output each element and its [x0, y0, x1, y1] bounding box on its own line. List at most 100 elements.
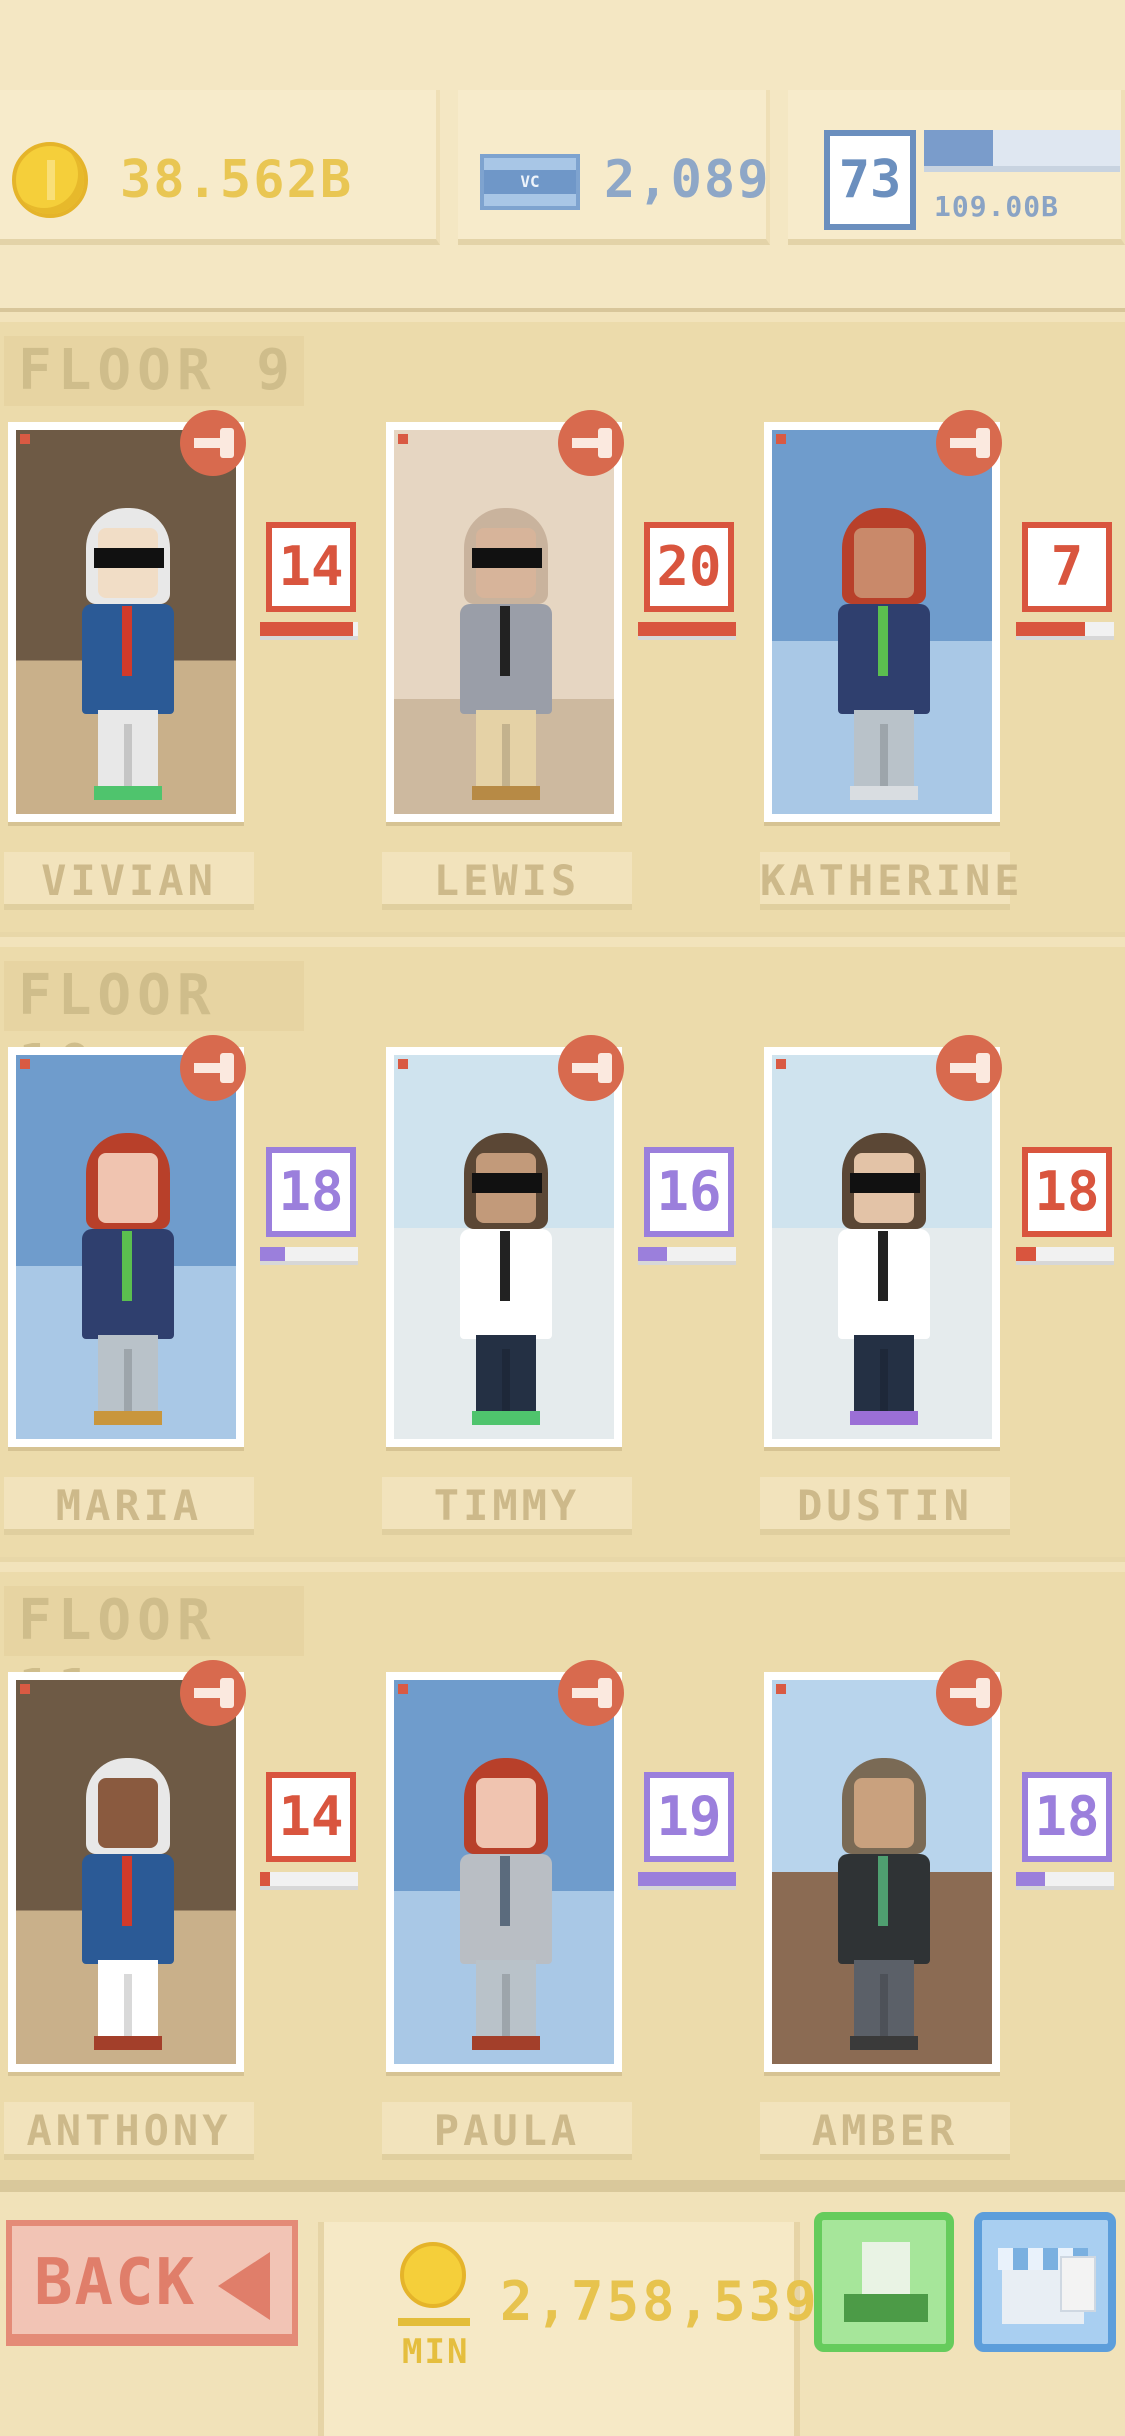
- tenant-portrait[interactable]: [764, 422, 1000, 822]
- vc-card-icon: VC: [480, 154, 580, 210]
- back-button-label: BACK: [34, 2246, 197, 2320]
- bottom-bar: BACK MIN 2,758,539: [0, 2180, 1125, 2436]
- tenant-avatar: [16, 430, 236, 814]
- wrench-icon[interactable]: [558, 1035, 624, 1101]
- tenant-level-badge: 19: [644, 1772, 734, 1862]
- tenant-portrait[interactable]: [386, 422, 622, 822]
- top-hud: 38.562B VC 2,089 73 109.00B: [0, 0, 1125, 320]
- tenant-level-badge: 20: [644, 522, 734, 612]
- tenant-portrait[interactable]: [8, 1672, 244, 2072]
- tenant-card[interactable]: 16 TIMMY: [382, 1035, 762, 1567]
- coin-icon: [12, 142, 88, 218]
- pin-marker: [776, 1684, 786, 1694]
- wrench-icon[interactable]: [180, 1660, 246, 1726]
- vc-balance-panel[interactable]: VC 2,089: [458, 90, 770, 245]
- tenant-portrait[interactable]: [8, 422, 244, 822]
- document-icon: [1060, 2256, 1096, 2312]
- tenant-name: ANTHONY: [4, 2102, 254, 2160]
- tenant-level-progress: [260, 1247, 358, 1265]
- portrait-background: [394, 1680, 614, 2064]
- tenant-card[interactable]: 18 AMBER: [760, 1660, 1125, 2192]
- income-panel: MIN 2,758,539: [318, 2222, 817, 2436]
- floor-label: FLOOR 10: [4, 961, 304, 1098]
- pin-marker: [776, 1059, 786, 1069]
- tenant-card[interactable]: 19 PAULA: [382, 1660, 762, 2192]
- pin-marker: [398, 1059, 408, 1069]
- wrench-icon[interactable]: [936, 1660, 1002, 1726]
- tenant-level-progress: [260, 622, 358, 640]
- wrench-icon[interactable]: [180, 410, 246, 476]
- tenant-avatar: [16, 1680, 236, 2064]
- tenant-level-progress: [260, 1872, 358, 1890]
- tenant-avatar: [772, 1055, 992, 1439]
- tenant-level-progress: [638, 622, 736, 640]
- tenant-card[interactable]: 7 KATHERINE: [760, 410, 1125, 942]
- tenant-card[interactable]: 18 DUSTIN: [760, 1035, 1125, 1567]
- tenant-level-badge: 7: [1022, 522, 1112, 612]
- tenant-name: MARIA: [4, 1477, 254, 1535]
- tenant-level-progress: [638, 1247, 736, 1265]
- tenant-level-badge: 14: [266, 1772, 356, 1862]
- cash-icon: [844, 2294, 928, 2322]
- tenant-portrait[interactable]: [764, 1672, 1000, 2072]
- player-xp-value: 109.00B: [934, 190, 1060, 223]
- portrait-background: [16, 430, 236, 814]
- pin-marker: [20, 1684, 30, 1694]
- tenant-avatar: [394, 1680, 614, 2064]
- tenant-name: AMBER: [760, 2102, 1010, 2160]
- tenant-level-progress: [1016, 1872, 1114, 1890]
- sunglasses: [850, 1173, 920, 1193]
- portrait-background: [772, 1680, 992, 2064]
- tenant-card[interactable]: 14 VIVIAN: [4, 410, 384, 942]
- wrench-icon[interactable]: [180, 1035, 246, 1101]
- pin-marker: [398, 434, 408, 444]
- tenant-name: LEWIS: [382, 852, 632, 910]
- tenant-level-badge: 16: [644, 1147, 734, 1237]
- player-xp-bar: [924, 130, 1120, 172]
- portrait-background: [394, 430, 614, 814]
- portrait-background: [394, 1055, 614, 1439]
- player-level-badge: 73: [824, 130, 916, 230]
- tenant-portrait[interactable]: [8, 1047, 244, 1447]
- income-unit-label: MIN: [402, 2332, 470, 2372]
- pin-marker: [20, 434, 30, 444]
- coin-stand: [398, 2318, 470, 2326]
- tenant-level-progress: [638, 1872, 736, 1890]
- floor-label: FLOOR 11: [4, 1586, 304, 1723]
- tenant-name: KATHERINE: [760, 852, 1020, 910]
- wrench-icon[interactable]: [936, 1035, 1002, 1101]
- ledger-button[interactable]: [814, 2212, 954, 2352]
- tenant-avatar: [772, 1680, 992, 2064]
- coin-balance-panel[interactable]: 38.562B: [0, 90, 440, 245]
- tenant-portrait[interactable]: [386, 1047, 622, 1447]
- wrench-icon[interactable]: [558, 1660, 624, 1726]
- player-level-panel[interactable]: 73 109.00B: [788, 90, 1125, 245]
- wrench-icon[interactable]: [558, 410, 624, 476]
- portrait-background: [772, 430, 992, 814]
- back-arrow-icon: [218, 2252, 270, 2320]
- sunglasses: [472, 1173, 542, 1193]
- pin-marker: [398, 1684, 408, 1694]
- tenant-level-progress: [1016, 1247, 1114, 1265]
- tenant-avatar: [394, 1055, 614, 1439]
- tenant-level-badge: 18: [1022, 1772, 1112, 1862]
- portrait-background: [16, 1055, 236, 1439]
- portrait-background: [772, 1055, 992, 1439]
- tenant-avatar: [394, 430, 614, 814]
- tenant-card[interactable]: 14 ANTHONY: [4, 1660, 384, 2192]
- floor-section: FLOOR 10 18 MARIA 16 TIMMY 18 DUSTIN: [0, 937, 1125, 1557]
- tenant-card[interactable]: 20 LEWIS: [382, 410, 762, 942]
- tenant-level-badge: 18: [1022, 1147, 1112, 1237]
- tenant-level-badge: 18: [266, 1147, 356, 1237]
- shop-button[interactable]: [974, 2212, 1116, 2352]
- tenant-portrait[interactable]: [386, 1672, 622, 2072]
- back-button[interactable]: BACK: [6, 2220, 298, 2346]
- pin-marker: [20, 1059, 30, 1069]
- sunglasses: [94, 548, 164, 568]
- floor-section: FLOOR 9 14 VIVIAN 20 LEWIS 7 KATHERINE: [0, 312, 1125, 932]
- vc-icon-text: VC: [520, 172, 540, 191]
- wrench-icon[interactable]: [936, 410, 1002, 476]
- tenant-portrait[interactable]: [764, 1047, 1000, 1447]
- floor-section: FLOOR 11 14 ANTHONY 19 PAULA 18 AMBER: [0, 1562, 1125, 2182]
- tenant-card[interactable]: 18 MARIA: [4, 1035, 384, 1567]
